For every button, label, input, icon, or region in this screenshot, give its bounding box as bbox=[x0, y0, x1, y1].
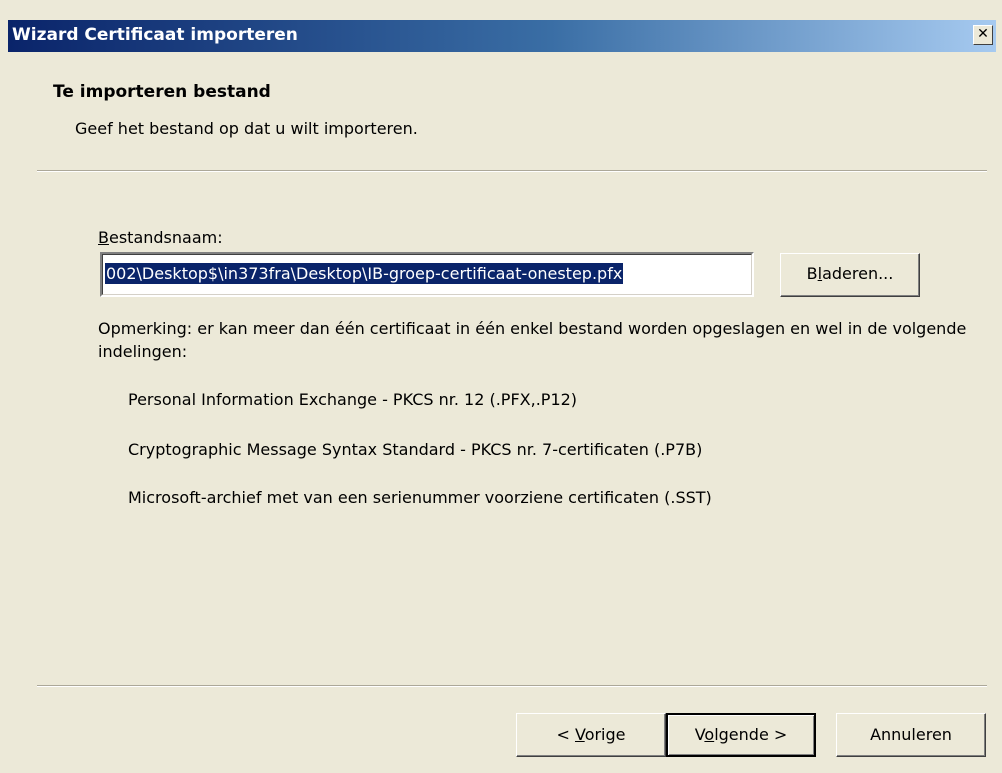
title-bar[interactable]: Wizard Certificaat importeren ✕ bbox=[8, 20, 996, 52]
wizard-footer: < Vorige Volgende > Annuleren bbox=[8, 685, 996, 757]
wizard-content: Bestandsnaam: 002\Desktop$\in373fra\Desk… bbox=[8, 172, 996, 682]
back-button[interactable]: < Vorige bbox=[516, 713, 666, 757]
next-button[interactable]: Volgende > bbox=[666, 713, 816, 757]
browse-button[interactable]: Bladeren... bbox=[780, 253, 920, 297]
format-sst: Microsoft-archief met van een serienumme… bbox=[128, 488, 712, 507]
filename-label-text: estandsnaam: bbox=[108, 228, 223, 247]
wizard-window: Wizard Certificaat importeren ✕ Te impor… bbox=[0, 0, 1002, 773]
browse-label-pre: B bbox=[806, 264, 818, 283]
page-subtitle: Geef het bestand op dat u wilt importere… bbox=[75, 119, 418, 138]
filename-label-mnemonic: B bbox=[98, 228, 109, 247]
cancel-button[interactable]: Annuleren bbox=[836, 713, 986, 757]
format-pfx: Personal Information Exchange - PKCS nr.… bbox=[128, 390, 578, 409]
back-label-pre: < bbox=[556, 725, 575, 744]
filename-input[interactable]: 002\Desktop$\in373fra\Desktop\IB-groep-c… bbox=[100, 252, 754, 297]
format-p7b: Cryptographic Message Syntax Standard - … bbox=[128, 440, 703, 459]
close-icon: ✕ bbox=[977, 26, 989, 42]
browse-label-rest: aderen... bbox=[822, 264, 894, 283]
next-label-mnemonic: o bbox=[704, 725, 715, 744]
wizard-header: Te importeren bestand Geef het bestand o… bbox=[8, 52, 996, 170]
page-title: Te importeren bestand bbox=[53, 82, 271, 102]
close-button[interactable]: ✕ bbox=[973, 25, 993, 45]
format-note: Opmerking: er kan meer dan één certifica… bbox=[98, 319, 967, 361]
filename-label: Bestandsnaam: bbox=[98, 228, 223, 247]
back-label-rest: orige bbox=[584, 725, 626, 744]
filename-input-value: 002\Desktop$\in373fra\Desktop\IB-groep-c… bbox=[105, 263, 624, 284]
window-title: Wizard Certificaat importeren bbox=[12, 25, 298, 45]
back-label-mnemonic: V bbox=[574, 725, 585, 744]
next-label-pre: V bbox=[694, 725, 705, 744]
next-label-rest: lgende > bbox=[714, 725, 788, 744]
